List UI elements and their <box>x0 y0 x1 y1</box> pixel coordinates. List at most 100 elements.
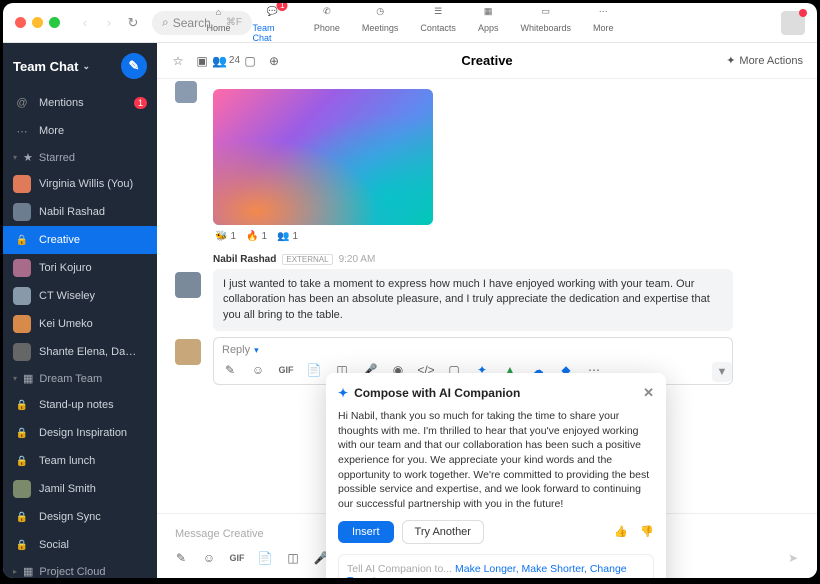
avatar <box>13 343 31 361</box>
add-icon[interactable]: ⊕ <box>267 54 281 68</box>
video-icon[interactable]: ▢ <box>243 54 257 68</box>
lock-icon: 🔒 <box>13 231 31 249</box>
minimize-window-button[interactable] <box>32 17 43 28</box>
format-icon[interactable]: ✎ <box>173 550 189 566</box>
try-another-button[interactable]: Try Another <box>402 520 484 544</box>
sidebar-item[interactable]: CT Wiseley <box>3 282 157 310</box>
chat-header: ☆ ▣ 👥24 ▢ ⊕ Creative ✦ More Actions <box>157 43 817 79</box>
send-icon[interactable]: ➤ <box>785 550 801 566</box>
label: Project Cloud <box>39 566 105 578</box>
file-icon[interactable]: 📄 <box>306 362 322 378</box>
badge: 1 <box>277 3 288 11</box>
label: Stand-up notes <box>39 399 114 411</box>
tab-apps[interactable]: ▦ Apps <box>478 3 499 43</box>
image-attachment[interactable] <box>213 89 433 225</box>
label: Team lunch <box>39 455 95 467</box>
members-icon[interactable]: 👥24 <box>219 54 233 68</box>
reaction[interactable]: 🐝1 <box>215 231 236 242</box>
chevron-down-icon[interactable]: ⌄ <box>83 61 91 72</box>
close-icon[interactable]: ✕ <box>643 385 654 401</box>
sidebar-item[interactable]: 🔒Social <box>3 531 157 559</box>
maximize-window-button[interactable] <box>49 17 60 28</box>
section-dream-team[interactable]: ▾ ▦ Dream Team <box>3 366 157 391</box>
emoji-icon[interactable]: ☺ <box>201 550 217 566</box>
message-text: I just wanted to take a moment to expres… <box>213 269 733 331</box>
profile-avatar[interactable] <box>781 11 805 35</box>
tab-meetings[interactable]: ◷ Meetings <box>362 3 399 43</box>
sidebar-item[interactable]: 🔒Team lunch <box>3 447 157 475</box>
sidebar: Team Chat ⌄ ✎ @ Mentions 1 ⋯ More ▾ ★ St… <box>3 43 157 578</box>
insert-button[interactable]: Insert <box>338 521 394 543</box>
suggest-make-longer[interactable]: Make Longer, <box>455 563 519 575</box>
sidebar-item[interactable]: 🔒Design Sync <box>3 503 157 531</box>
section-project-cloud[interactable]: ▸ ▦ Project Cloud <box>3 559 157 578</box>
more-icon: ⋯ <box>13 122 31 140</box>
tab-phone[interactable]: ✆ Phone <box>314 3 340 43</box>
label: Jamil Smith <box>39 483 96 495</box>
chevron-right-icon: ▸ <box>13 567 17 576</box>
sidebar-item[interactable]: Nabil Rashad <box>3 198 157 226</box>
badge: 1 <box>134 97 147 109</box>
mentions-icon: @ <box>13 94 31 112</box>
label: Nabil Rashad <box>39 206 105 218</box>
emoji-icon[interactable]: ☺ <box>250 362 266 378</box>
status-dot <box>799 9 807 17</box>
sidebar-more[interactable]: ⋯ More <box>3 117 157 145</box>
gif-icon[interactable]: GIF <box>278 362 294 378</box>
apps-icon: ▦ <box>479 3 497 21</box>
more-actions-button[interactable]: More Actions <box>739 55 803 67</box>
thumbs-up-icon[interactable]: 👍 <box>614 525 628 539</box>
label: Shante Elena, Daniel Bow... <box>39 346 139 358</box>
sidebar-item[interactable]: Shante Elena, Daniel Bow... <box>3 338 157 366</box>
avatar <box>13 287 31 305</box>
sidebar-item[interactable]: 🔒Design Inspiration <box>3 419 157 447</box>
nav-back-button[interactable]: ‹ <box>74 12 96 34</box>
screenshot-icon[interactable]: ◫ <box>285 550 301 566</box>
sidebar-item[interactable]: Jamil Smith <box>3 475 157 503</box>
filter-icon[interactable]: ▼ <box>712 362 732 382</box>
emoji: 👥 <box>277 231 289 242</box>
tab-team-chat[interactable]: 💬 1 Team Chat <box>253 3 292 43</box>
ai-prompt-input[interactable]: Tell AI Companion to... <box>347 563 452 575</box>
tab-label: Apps <box>478 23 499 33</box>
reaction[interactable]: 👥1 <box>277 231 298 242</box>
avatar <box>175 81 197 103</box>
file-icon[interactable]: 📄 <box>257 550 273 566</box>
tab-contacts[interactable]: ☰ Contacts <box>420 3 456 43</box>
sidebar-mentions[interactable]: @ Mentions 1 <box>3 89 157 117</box>
section-starred[interactable]: ▾ ★ Starred <box>3 145 157 170</box>
more-icon: ⋯ <box>594 3 612 21</box>
tab-whiteboards[interactable]: ▭ Whiteboards <box>520 3 571 43</box>
gif-icon[interactable]: GIF <box>229 550 245 566</box>
close-window-button[interactable] <box>15 17 26 28</box>
nav-forward-button[interactable]: › <box>98 12 120 34</box>
avatar <box>13 480 31 498</box>
sidebar-item[interactable]: 🔒Stand-up notes <box>3 391 157 419</box>
sparkle-icon[interactable]: ✦ <box>726 54 735 67</box>
suggest-make-shorter[interactable]: Make Shorter, <box>522 563 587 575</box>
sidebar-item[interactable]: Virginia Willis (You) <box>3 170 157 198</box>
top-nav-tabs: ⌂ Home 💬 1 Team Chat ✆ Phone ◷ Meetings … <box>207 3 614 43</box>
ai-title: Compose with AI Companion <box>354 386 520 400</box>
sidebar-item[interactable]: Tori Kojuro <box>3 254 157 282</box>
format-icon[interactable]: ✎ <box>222 362 238 378</box>
tab-home[interactable]: ⌂ Home <box>207 3 231 43</box>
avatar <box>175 272 201 298</box>
chevron-down-icon[interactable]: ▾ <box>254 345 259 356</box>
tab-label: Home <box>207 23 231 33</box>
sidebar-item-creative[interactable]: 🔒Creative <box>3 226 157 254</box>
ai-body-text: Hi Nabil, thank you so much for taking t… <box>338 409 654 512</box>
tab-more[interactable]: ⋯ More <box>593 3 614 43</box>
reaction[interactable]: 🔥1 <box>246 231 267 242</box>
ai-companion-popup: ✦ Compose with AI Companion ✕ Hi Nabil, … <box>326 373 666 578</box>
new-window-icon[interactable]: ▣ <box>195 54 209 68</box>
star-icon[interactable]: ☆ <box>171 54 185 68</box>
reply-input[interactable]: Reply <box>222 344 250 356</box>
member-count: 24 <box>229 55 240 66</box>
sidebar-item[interactable]: Kei Umeko <box>3 310 157 338</box>
external-tag: EXTERNAL <box>282 254 332 265</box>
thumbs-down-icon[interactable]: 👎 <box>640 525 654 539</box>
label: Kei Umeko <box>39 318 93 330</box>
compose-button[interactable]: ✎ <box>121 53 147 79</box>
nav-history-button[interactable]: ↻ <box>122 12 144 34</box>
